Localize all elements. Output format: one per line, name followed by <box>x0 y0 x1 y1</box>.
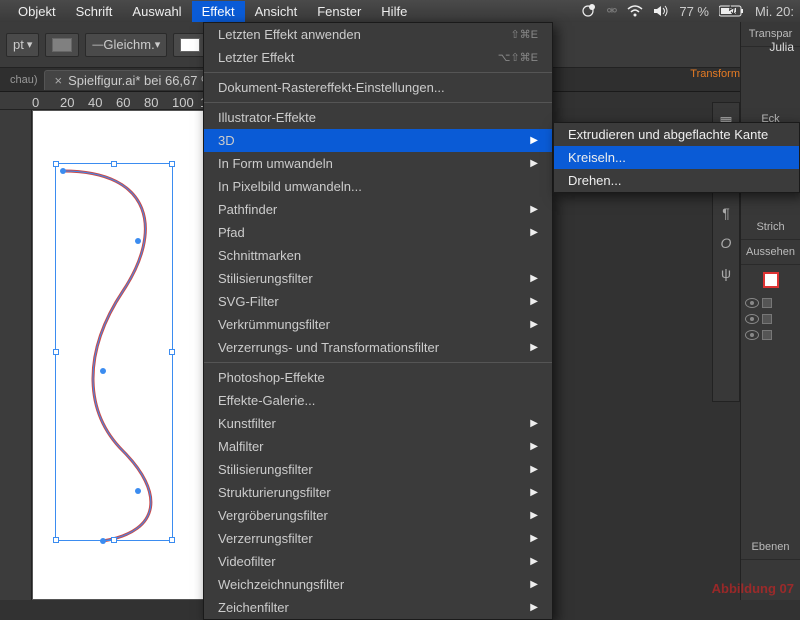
menu-vergroeber[interactable]: Vergröberungsfilter▶ <box>204 504 552 527</box>
menu-schnittmarken[interactable]: Schnittmarken <box>204 244 552 267</box>
user-label: Julia <box>769 40 794 54</box>
close-icon[interactable]: × <box>55 73 63 88</box>
menu-verzerrung-ps[interactable]: Verzerrungsfilter▶ <box>204 527 552 550</box>
volume-icon[interactable] <box>653 5 669 17</box>
menu-hilfe[interactable]: Hilfe <box>371 1 417 22</box>
right-panel: Transpar Eck Kont. aust Gestric Strich A… <box>740 22 800 600</box>
menu-verkruemmung[interactable]: Verkrümmungsfilter▶ <box>204 313 552 336</box>
menu-videofilter[interactable]: Videofilter▶ <box>204 550 552 573</box>
system-status: ⚮ 77 % ↯ Mi. 20: <box>580 0 794 22</box>
battery-charging-icon: ↯ <box>719 5 745 17</box>
menu-fenster[interactable]: Fenster <box>307 1 371 22</box>
tab-stroke[interactable]: Strich <box>741 215 800 240</box>
section-illustrator: Illustrator-Effekte <box>204 106 552 129</box>
menu-verzerrung-transform[interactable]: Verzerrungs- und Transformationsfilter▶ <box>204 336 552 359</box>
menu-in-pixelbild[interactable]: In Pixelbild umwandeln... <box>204 175 552 198</box>
appearance-swatch[interactable] <box>741 265 800 295</box>
opacity-icon[interactable]: O <box>721 235 732 251</box>
menu-doc-raster-settings[interactable]: Dokument-Rastereffekt-Einstellungen... <box>204 76 552 99</box>
submenu-extrude[interactable]: Extrudieren und abgeflachte Kante <box>554 123 799 146</box>
menu-pfad[interactable]: Pfad▶ <box>204 221 552 244</box>
layer-row-1[interactable] <box>741 295 800 311</box>
menu-pathfinder[interactable]: Pathfinder▶ <box>204 198 552 221</box>
clock: Mi. 20: <box>755 4 794 19</box>
layer-row-3[interactable] <box>741 327 800 343</box>
menu-auswahl[interactable]: Auswahl <box>122 1 191 22</box>
transform-tab[interactable]: Transform <box>690 68 740 80</box>
menu-strukturierung[interactable]: Strukturierungsfilter▶ <box>204 481 552 504</box>
menu-effekte-galerie[interactable]: Effekte-Galerie... <box>204 389 552 412</box>
submenu-3d: Extrudieren und abgeflachte Kante Kreise… <box>553 122 800 193</box>
stroke-swatch[interactable] <box>45 33 79 57</box>
macos-menubar: Objekt Schrift Auswahl Effekt Ansicht Fe… <box>0 0 800 22</box>
stroke-style-select[interactable]: — Gleichm. ▾ <box>85 33 167 57</box>
visibility-icon[interactable] <box>745 298 759 308</box>
visibility-icon[interactable] <box>745 330 759 340</box>
notification-icon[interactable] <box>580 4 596 18</box>
menu-last-effect: Letzter Effekt⌥⇧⌘E <box>204 46 552 69</box>
selection-box[interactable] <box>55 163 173 541</box>
visibility-icon[interactable] <box>745 314 759 324</box>
submenu-drehen[interactable]: Drehen... <box>554 169 799 192</box>
usb-icon[interactable]: ψ <box>721 265 731 281</box>
layer-row-2[interactable] <box>741 311 800 327</box>
unit-select[interactable]: pt ▾ <box>6 33 39 57</box>
layer-swatch <box>762 314 772 324</box>
menu-svg-filter[interactable]: SVG-Filter▶ <box>204 290 552 313</box>
section-photoshop: Photoshop-Effekte <box>204 366 552 389</box>
paragraph-icon[interactable]: ¶ <box>722 205 730 221</box>
layer-swatch <box>762 298 772 308</box>
menu-malfilter[interactable]: Malfilter▶ <box>204 435 552 458</box>
menu-in-form[interactable]: In Form umwandeln▶ <box>204 152 552 175</box>
battery-percent: 77 % <box>679 4 709 19</box>
effekt-menu: Letzten Effekt anwenden⇧⌘E Letzter Effek… <box>203 22 553 620</box>
wifi-icon[interactable] <box>627 5 643 17</box>
tab-appearance[interactable]: Aussehen <box>741 240 800 265</box>
svg-text:↯: ↯ <box>727 5 738 17</box>
tab-layers[interactable]: Ebenen <box>741 535 800 560</box>
menu-kunstfilter[interactable]: Kunstfilter▶ <box>204 412 552 435</box>
menu-last-effect-apply: Letzten Effekt anwenden⇧⌘E <box>204 23 552 46</box>
doc-tab-left[interactable]: chau) <box>4 72 44 88</box>
bluetooth-icon[interactable]: ⚮ <box>606 3 617 19</box>
menu-3d[interactable]: 3D▶ <box>204 129 552 152</box>
menu-effekt[interactable]: Effekt <box>192 1 245 22</box>
menu-weichzeichnung[interactable]: Weichzeichnungsfilter▶ <box>204 573 552 596</box>
menu-zeichenfilter[interactable]: Zeichenfilter▶ <box>204 596 552 619</box>
document-title: Spielfigur.ai* bei 66,67 % ( <box>68 73 220 88</box>
menu-objekt[interactable]: Objekt <box>8 1 66 22</box>
menu-ansicht[interactable]: Ansicht <box>245 1 308 22</box>
layer-swatch <box>762 330 772 340</box>
menu-stilisierung[interactable]: Stilisierungsfilter▶ <box>204 267 552 290</box>
menu-schrift[interactable]: Schrift <box>66 1 123 22</box>
menu-stilisierung-ps[interactable]: Stilisierungsfilter▶ <box>204 458 552 481</box>
watermark: Abbildung 07 <box>712 581 794 596</box>
submenu-kreiseln[interactable]: Kreiseln... <box>554 146 799 169</box>
